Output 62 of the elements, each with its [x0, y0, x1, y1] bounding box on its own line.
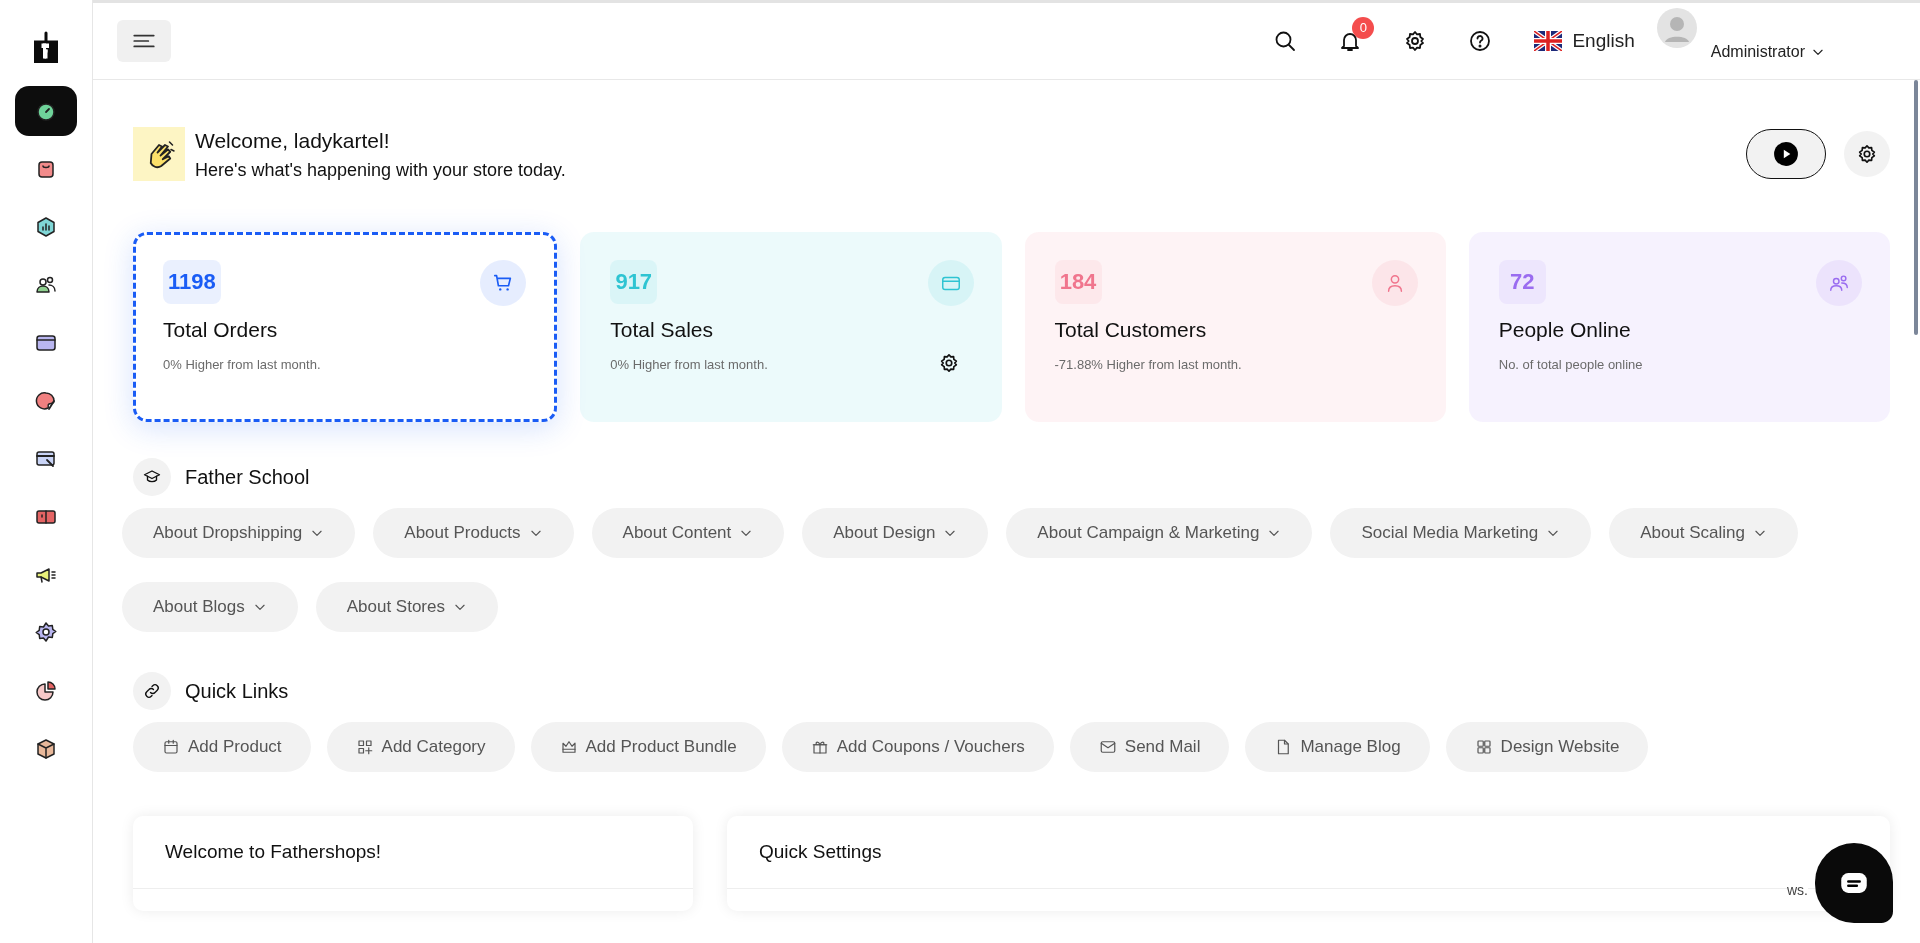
section-title: Quick Links [185, 678, 289, 704]
topic-dropdown[interactable]: About Dropshipping [122, 507, 356, 558]
welcome-title: Welcome, ladykartel! [195, 128, 391, 154]
topic-dropdown[interactable]: About Design [802, 507, 989, 558]
link-glyph [143, 681, 161, 700]
user-menu[interactable]: Administrator [1710, 40, 1825, 64]
stat-label: Total Orders [163, 316, 279, 343]
stat-label: Total Customers [1054, 316, 1208, 343]
stat-value: 184 [1054, 259, 1102, 304]
stat-label: Total Sales [610, 316, 714, 343]
notification-count: 0 [1352, 17, 1375, 39]
grid-icon [1474, 737, 1493, 756]
panel-title: Welcome to Fathershops! [133, 815, 693, 889]
topic-dropdown[interactable]: About Campaign & Marketing [1006, 507, 1313, 558]
stat-note: 0% Higher from last month. [610, 356, 768, 374]
stat-value: 72 [1498, 259, 1546, 304]
notifications-button[interactable]: 0 [1338, 17, 1375, 53]
stat-label: People Online [1498, 316, 1632, 343]
stat-note: 0% Higher from last month. [163, 356, 321, 374]
stat-value: 917 [610, 259, 658, 304]
play-icon [1773, 141, 1799, 168]
chart-icon [34, 215, 58, 239]
topic-dropdown[interactable]: Social Media Marketing [1330, 507, 1592, 558]
quick-link-button[interactable]: Send Mail [1069, 721, 1230, 772]
stat-card[interactable]: 72 People Online No. of total people online [1468, 231, 1890, 422]
pie-chart-icon [34, 679, 58, 703]
stat-card[interactable]: 184 Total Customers -71.88% Higher from last month. [1024, 231, 1446, 422]
settings-button[interactable] [1844, 131, 1890, 178]
video-button[interactable] [1746, 129, 1826, 180]
menu-button[interactable] [117, 20, 171, 62]
welcome-subtitle: Here's what's happening with your store today. [195, 158, 566, 182]
quick-link-button[interactable]: Add Category [326, 721, 515, 772]
stat-note: No. of total people online [1498, 356, 1643, 374]
topic-dropdown[interactable]: About Blogs [122, 581, 298, 632]
help-icon [1468, 29, 1493, 53]
stat-card[interactable]: 1198 Total Orders 0% Higher from last month. [133, 231, 558, 422]
search-button[interactable] [1273, 29, 1298, 53]
settings-icon [34, 621, 58, 645]
calendar-icon [162, 737, 180, 756]
sidebar-item[interactable] [15, 86, 77, 136]
help-button[interactable] [1468, 29, 1493, 53]
quick-link-button[interactable]: Add Coupons / Vouchers [781, 721, 1054, 772]
box-icon [34, 737, 58, 761]
search-icon [1273, 29, 1298, 53]
topic-dropdown[interactable]: About Content [591, 507, 785, 558]
flag-icon [1534, 31, 1563, 51]
quick-link-button[interactable]: Add Product [133, 721, 311, 772]
quick-link-button[interactable]: Design Website [1445, 721, 1649, 772]
topic-dropdown[interactable]: About Scaling [1609, 507, 1799, 558]
stat-card[interactable]: 917 Total Sales 0% Higher from last month. [580, 231, 1002, 422]
topic-dropdown[interactable]: About Stores [315, 581, 498, 632]
settings-icon [1856, 143, 1878, 166]
stat-value: 1198 [163, 259, 221, 304]
grid-plus-icon [355, 737, 374, 756]
avatar [1656, 8, 1697, 48]
quick-link-button[interactable]: Add Product Bundle [530, 721, 766, 772]
stat-note: -71.88% Higher from last month. [1054, 356, 1242, 374]
quick-link-button[interactable]: Manage Blog [1245, 721, 1430, 772]
language-selector[interactable]: English [1534, 26, 1635, 56]
topic-dropdown[interactable]: About Products [373, 507, 574, 558]
section-title: Father School [185, 464, 310, 490]
scrollbar[interactable] [1914, 80, 1918, 335]
